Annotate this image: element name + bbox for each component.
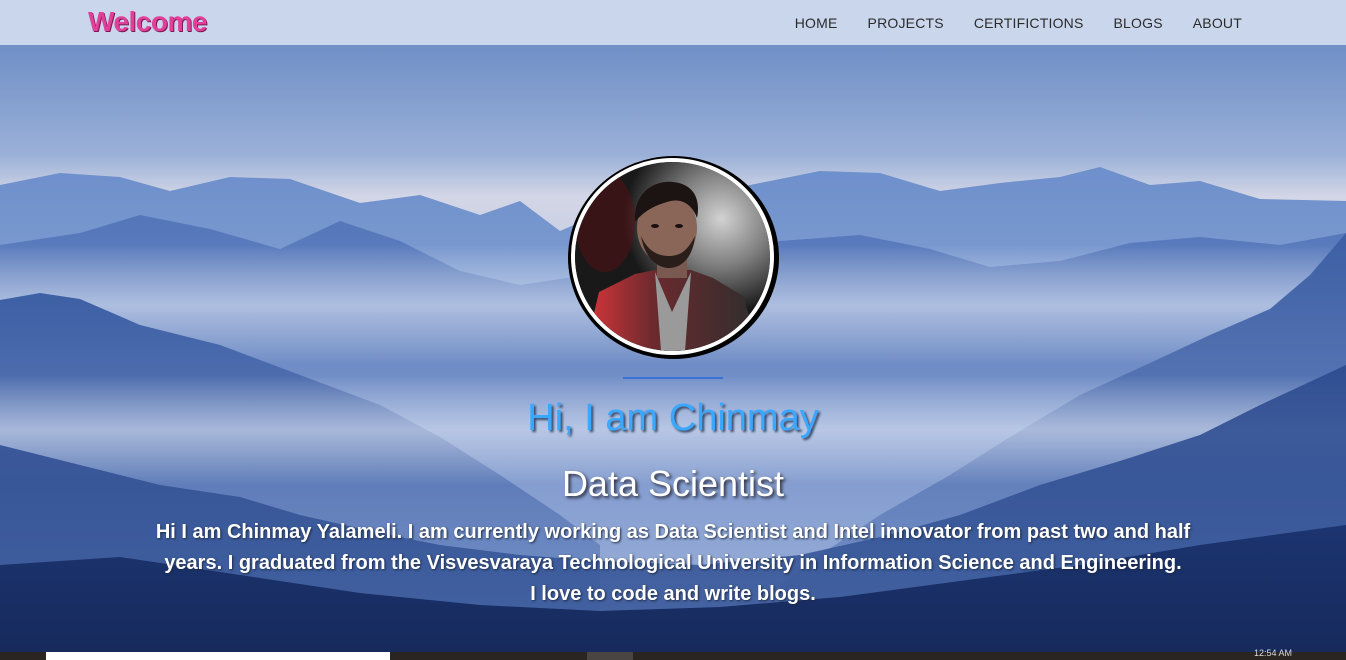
bio-line: years. I graduated from the Visvesvaraya… — [164, 552, 1182, 574]
nav-certifications[interactable]: CERTIFICTIONS — [974, 15, 1084, 31]
taskbar-app-button[interactable] — [587, 652, 633, 660]
nav-menu: HOME PROJECTS CERTIFICTIONS BLOGS ABOUT — [765, 0, 1242, 45]
taskbar-clock: 12:54 AM — [1254, 648, 1293, 658]
bio-line: Hi I am Chinmay Yalameli. I am currently… — [155, 521, 1191, 543]
top-navbar: Welcome HOME PROJECTS CERTIFICTIONS BLOG… — [0, 0, 1346, 45]
nav-home[interactable]: HOME — [795, 15, 838, 31]
profile-photo — [575, 162, 770, 351]
nav-blogs[interactable]: BLOGS — [1114, 15, 1163, 31]
title-divider — [623, 377, 723, 379]
hero-role: Data Scientist — [561, 463, 785, 504]
hero-bio: Hi I am Chinmay Yalameli. I am currently… — [0, 517, 1346, 610]
nav-about[interactable]: ABOUT — [1193, 15, 1242, 31]
taskbar-search-field[interactable] — [46, 652, 390, 660]
profile-avatar — [571, 158, 774, 355]
os-taskbar: 12:54 AM — [0, 648, 1346, 660]
nav-projects[interactable]: PROJECTS — [868, 15, 944, 31]
bio-line: I love to code and write blogs. — [530, 583, 816, 605]
hero-greeting: Hi, I am Chinmay — [527, 397, 819, 439]
brand-title[interactable]: Welcome — [88, 6, 207, 38]
